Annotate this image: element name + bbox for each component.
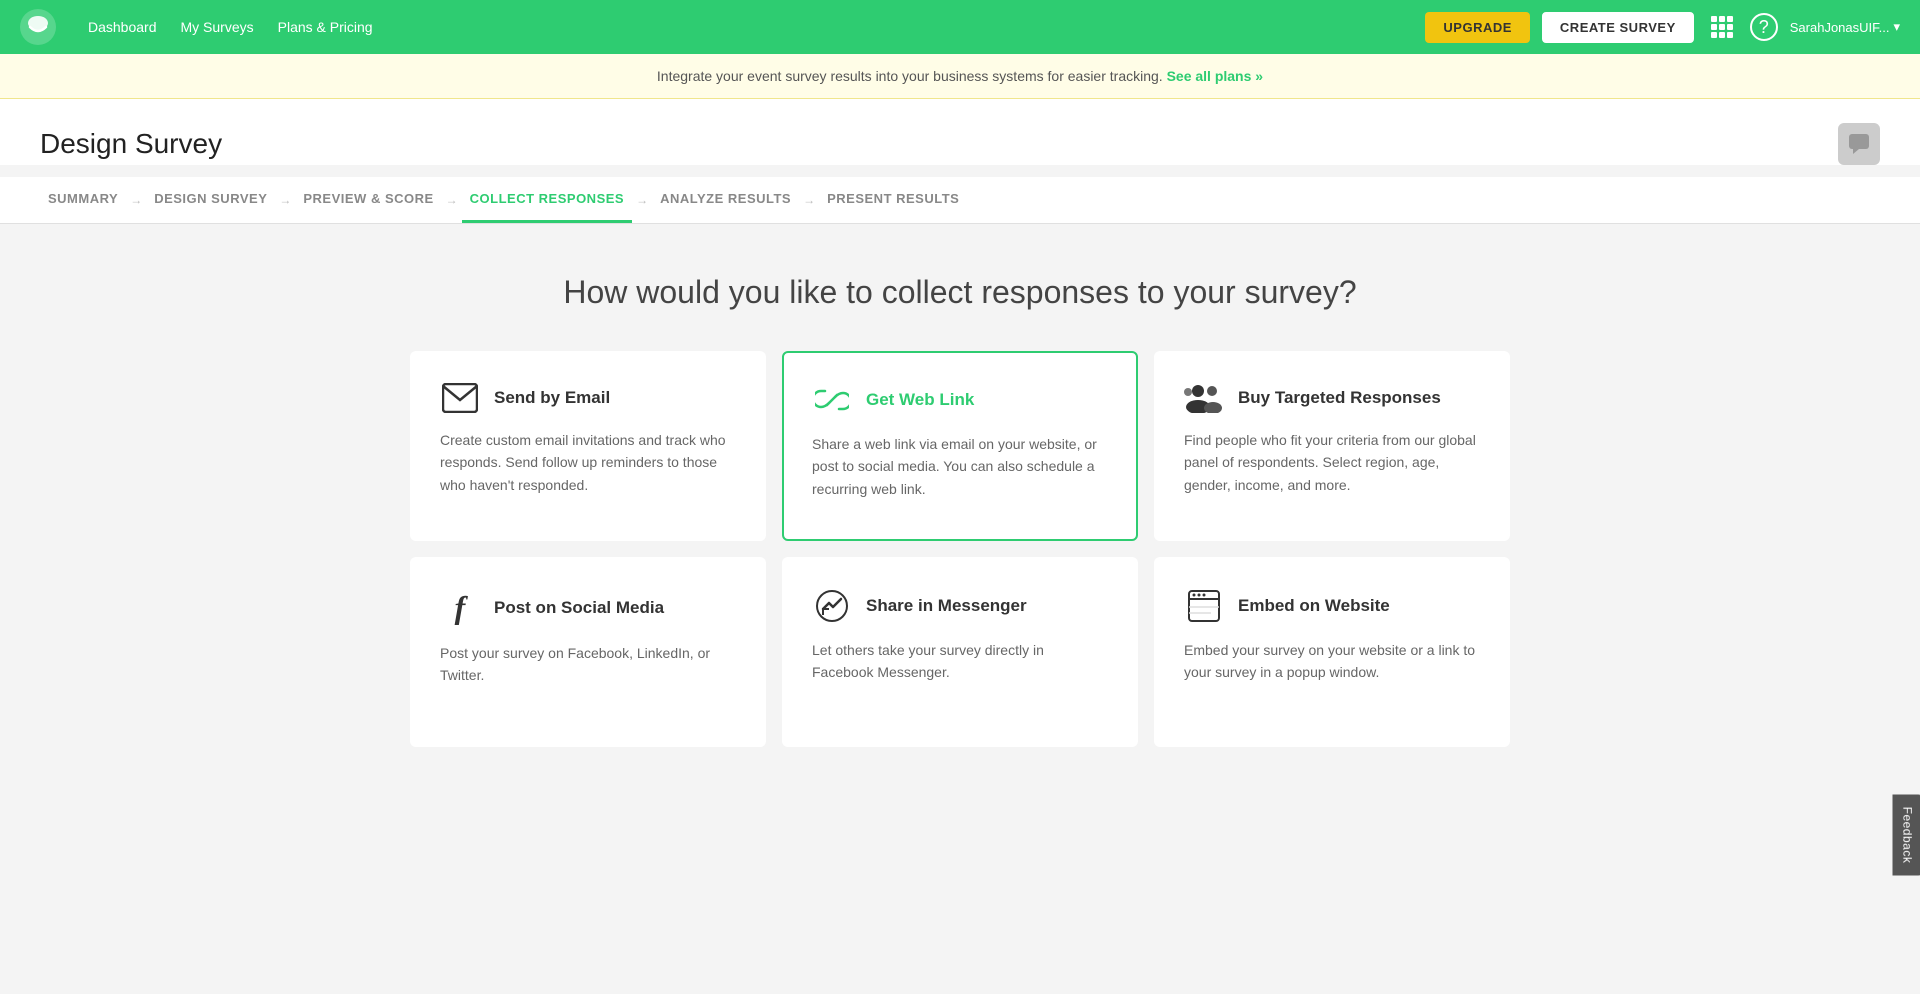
feedback-tab[interactable]: Feedback [1893, 795, 1920, 876]
arrow-icon: → [130, 193, 142, 207]
card-title: Send by Email [494, 388, 610, 408]
logo[interactable] [20, 9, 56, 45]
card-title: Post on Social Media [494, 598, 664, 618]
card-desc: Let others take your survey directly in … [812, 639, 1108, 684]
collection-methods-grid: Send by Email Create custom email invita… [410, 351, 1510, 747]
dashboard-link[interactable]: Dashboard [88, 19, 157, 35]
embed-icon [1184, 589, 1224, 623]
page-title: Design Survey [40, 128, 222, 160]
facebook-icon: f [440, 589, 480, 626]
embed-website-card[interactable]: Embed on Website Embed your survey on yo… [1154, 557, 1510, 747]
header-right: UPGRADE CREATE SURVEY ? SarahJonasUIF...… [1425, 11, 1900, 43]
people-icon [1184, 383, 1224, 413]
card-header: Embed on Website [1184, 589, 1480, 623]
card-header: Share in Messenger [812, 589, 1108, 623]
email-icon [440, 383, 480, 413]
card-desc: Embed your survey on your website or a l… [1184, 639, 1480, 684]
breadcrumb-collect-responses[interactable]: COLLECT RESPONSES [462, 177, 632, 223]
page-title-row: Design Survey [0, 99, 1920, 165]
chat-button[interactable] [1838, 123, 1880, 165]
arrow-icon: → [803, 193, 815, 207]
user-menu[interactable]: SarahJonasUIF... ▾ [1790, 19, 1900, 35]
arrow-icon: → [636, 193, 648, 207]
card-title: Embed on Website [1238, 596, 1390, 616]
arrow-icon: → [279, 193, 291, 207]
plans-pricing-link[interactable]: Plans & Pricing [278, 19, 373, 35]
breadcrumb-summary[interactable]: SUMMARY [40, 177, 126, 223]
help-icon[interactable]: ? [1750, 13, 1778, 41]
card-desc: Create custom email invitations and trac… [440, 429, 736, 496]
card-header: f Post on Social Media [440, 589, 736, 626]
arrow-icon: → [446, 193, 458, 207]
my-surveys-link[interactable]: My Surveys [181, 19, 254, 35]
card-header: Get Web Link [812, 383, 1108, 417]
card-desc: Find people who fit your criteria from o… [1184, 429, 1480, 496]
card-header: Send by Email [440, 383, 736, 413]
card-title: Get Web Link [866, 390, 974, 410]
breadcrumb-present-results[interactable]: PRESENT RESULTS [819, 177, 967, 223]
breadcrumb-design-survey[interactable]: DESIGN SURVEY [146, 177, 275, 223]
main-content: How would you like to collect responses … [0, 224, 1920, 994]
card-desc: Post your survey on Facebook, LinkedIn, … [440, 642, 736, 687]
create-survey-button[interactable]: CREATE SURVEY [1542, 12, 1694, 43]
buy-targeted-card[interactable]: Buy Targeted Responses Find people who f… [1154, 351, 1510, 541]
upgrade-button[interactable]: UPGRADE [1425, 12, 1530, 43]
card-title: Buy Targeted Responses [1238, 388, 1441, 408]
breadcrumb-preview-score[interactable]: PREVIEW & SCORE [295, 177, 441, 223]
header: Dashboard My Surveys Plans & Pricing UPG… [0, 0, 1920, 54]
section-title: How would you like to collect responses … [40, 274, 1880, 311]
breadcrumb-analyze-results[interactable]: ANALYZE RESULTS [652, 177, 799, 223]
get-web-link-card[interactable]: Get Web Link Share a web link via email … [782, 351, 1138, 541]
breadcrumb-nav: SUMMARY → DESIGN SURVEY → PREVIEW & SCOR… [0, 177, 1920, 224]
chevron-down-icon: ▾ [1893, 19, 1900, 35]
link-icon [812, 383, 852, 417]
share-messenger-card[interactable]: Share in Messenger Let others take your … [782, 557, 1138, 747]
card-title: Share in Messenger [866, 596, 1027, 616]
card-header: Buy Targeted Responses [1184, 383, 1480, 413]
apps-grid [1711, 16, 1733, 38]
promo-banner: Integrate your event survey results into… [0, 54, 1920, 99]
see-all-plans-link[interactable]: See all plans » [1167, 68, 1264, 84]
grid-icon[interactable] [1706, 11, 1738, 43]
card-desc: Share a web link via email on your websi… [812, 433, 1108, 500]
messenger-icon [812, 589, 852, 623]
main-nav: Dashboard My Surveys Plans & Pricing [88, 19, 1393, 35]
send-email-card[interactable]: Send by Email Create custom email invita… [410, 351, 766, 541]
post-social-card[interactable]: f Post on Social Media Post your survey … [410, 557, 766, 747]
